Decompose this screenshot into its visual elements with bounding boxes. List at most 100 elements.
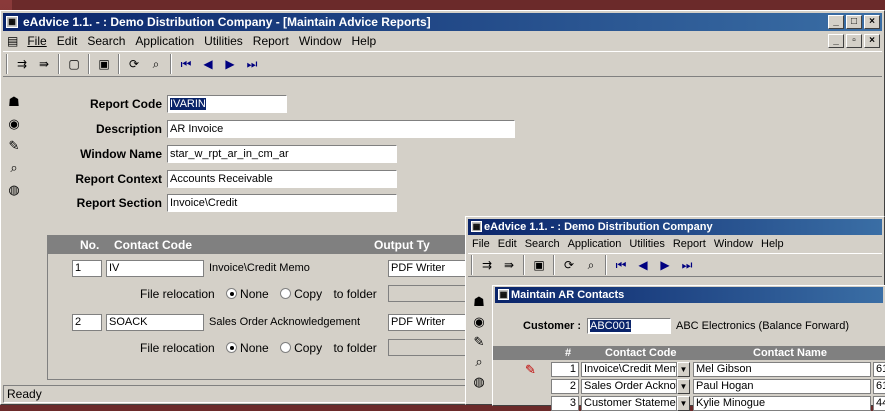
contact-row3-num: 3 [551, 396, 579, 411]
window-name-label: Window Name [80, 147, 162, 161]
radio-copy[interactable]: Copy [280, 341, 322, 355]
contact-row2-name[interactable]: Paul Hogan [693, 379, 871, 394]
child-last-record-icon[interactable]: ⏭ [676, 254, 698, 276]
contact-row2-dropdown[interactable]: ▼ [677, 379, 690, 394]
radio-copy-icon [280, 288, 292, 299]
row2-no[interactable]: 2 [72, 314, 102, 331]
row1-code[interactable]: IV [106, 260, 204, 277]
menu-edit[interactable]: Edit [52, 34, 83, 48]
maximize-button[interactable]: □ [846, 15, 862, 29]
save-icon[interactable]: ▣ [93, 53, 115, 75]
child-save-icon[interactable]: ▣ [528, 254, 550, 276]
child-menu-search[interactable]: Search [521, 238, 564, 250]
report-context-field[interactable]: Accounts Receivable [167, 170, 397, 188]
contacts-grid-header: # Contact Code Contact Name [493, 346, 885, 360]
menu-utilities[interactable]: Utilities [199, 34, 248, 48]
contact-row1-dropdown[interactable]: ▼ [677, 362, 690, 377]
contact-row2-phone[interactable]: 613841 [873, 379, 885, 394]
contacts-window-title: Maintain AR Contacts [511, 289, 625, 301]
search-icon[interactable]: ⌕ [145, 53, 167, 75]
disconnect-icon[interactable]: ⇛ [33, 53, 55, 75]
child-first-record-icon[interactable]: ⏮ [610, 254, 632, 276]
row1-desc: Invoice\Credit Memo [206, 260, 382, 277]
contact-row3-code[interactable]: Customer Statement [581, 396, 677, 411]
contact-row1-phone[interactable]: 613841 [873, 362, 885, 377]
child-search-icon[interactable]: ⌕ [580, 254, 602, 276]
edit-icon[interactable]: ✎ [9, 137, 20, 155]
color-wheel-icon[interactable]: ◍ [8, 181, 19, 199]
child-window: ▦ eAdvice 1.1. - : Demo Distribution Com… [465, 216, 885, 411]
next-record-icon[interactable]: ▶ [219, 53, 241, 75]
child-zoom-icon[interactable]: ⌕ [475, 353, 482, 371]
users-icon[interactable]: ☗ [8, 93, 20, 111]
contact-row3-dropdown[interactable]: ▼ [677, 396, 690, 411]
minimize-button[interactable]: _ [828, 15, 844, 29]
contact-row3-name[interactable]: Kylie Minogue [693, 396, 871, 411]
zoom-icon[interactable]: ⌕ [10, 159, 17, 177]
mdi-restore-button[interactable]: ▫ [846, 34, 862, 48]
child-menu-utilities[interactable]: Utilities [625, 238, 668, 250]
child-previous-record-icon[interactable]: ◀ [632, 254, 654, 276]
first-record-icon[interactable]: ⏮ [175, 53, 197, 75]
radio-copy[interactable]: Copy [280, 287, 322, 301]
customer-name-field: ABC Electronics (Balance Forward) [673, 318, 885, 334]
toolbar-separator [553, 255, 555, 275]
child-menu-window[interactable]: Window [710, 238, 757, 250]
child-disconnect-icon[interactable]: ⇛ [498, 254, 520, 276]
app-icon: ▦ [6, 16, 18, 28]
col-output-type-header: Output Ty [374, 238, 430, 252]
row2-relocation: File relocation None Copy to folder [140, 341, 377, 355]
child-color-wheel-icon[interactable]: ◍ [473, 373, 484, 391]
previous-record-icon[interactable]: ◀ [197, 53, 219, 75]
child-menu-file[interactable]: File [468, 238, 494, 250]
window-controls: _ □ × [828, 15, 880, 29]
radio-none-icon [226, 342, 238, 353]
menu-report[interactable]: Report [248, 34, 294, 48]
report-code-field[interactable]: IVARIN [167, 95, 287, 113]
close-button[interactable]: × [864, 15, 880, 29]
contacts-window-icon: ▦ [498, 289, 509, 300]
contact-row3-phone[interactable]: 441375 [873, 396, 885, 411]
report-section-field[interactable]: Invoice\Credit [167, 194, 397, 212]
menu-file[interactable]: File [22, 34, 51, 48]
contact-row1-code[interactable]: Invoice\Credit Memo [581, 362, 677, 377]
col-contact-code-header: Contact Code [605, 347, 677, 359]
toolbar-separator [605, 255, 607, 275]
main-window-title: eAdvice 1.1. - : Demo Distribution Compa… [23, 15, 431, 29]
child-menu-help[interactable]: Help [757, 238, 788, 250]
menu-application[interactable]: Application [130, 34, 199, 48]
mdi-close-button[interactable]: × [864, 34, 880, 48]
last-record-icon[interactable]: ⏭ [241, 53, 263, 75]
radio-none[interactable]: None [226, 341, 269, 355]
database-icon[interactable]: ◉ [8, 115, 19, 133]
contact-row2-code[interactable]: Sales Order Acknowle [581, 379, 677, 394]
toolbar-separator [118, 54, 120, 74]
mdi-window-controls: _ ▫ × [828, 34, 880, 48]
refresh-icon[interactable]: ⟳ [123, 53, 145, 75]
child-menu-application[interactable]: Application [564, 238, 626, 250]
child-edit-icon[interactable]: ✎ [474, 333, 485, 351]
child-next-record-icon[interactable]: ▶ [654, 254, 676, 276]
child-refresh-icon[interactable]: ⟳ [558, 254, 580, 276]
radio-none[interactable]: None [226, 287, 269, 301]
menu-help[interactable]: Help [347, 34, 382, 48]
menu-search[interactable]: Search [82, 34, 130, 48]
child-menu-report[interactable]: Report [669, 238, 710, 250]
child-menu-edit[interactable]: Edit [494, 238, 521, 250]
doc-icon: ▤ [7, 34, 19, 48]
new-icon[interactable]: ▢ [63, 53, 85, 75]
connect-icon[interactable]: ⇉ [11, 53, 33, 75]
window-name-field[interactable]: star_w_rpt_ar_in_cm_ar [167, 145, 397, 163]
contacts-title-bar: ▦ Maintain AR Contacts [495, 287, 883, 303]
row2-code[interactable]: SOACK [106, 314, 204, 331]
description-field[interactable]: AR Invoice [167, 120, 515, 138]
child-users-icon[interactable]: ☗ [473, 293, 485, 311]
mdi-minimize-button[interactable]: _ [828, 34, 844, 48]
row1-relocation: File relocation None Copy to folder [140, 287, 377, 301]
child-connect-icon[interactable]: ⇉ [476, 254, 498, 276]
row1-no[interactable]: 1 [72, 260, 102, 277]
customer-code-field[interactable]: ABC001 [587, 318, 671, 334]
menu-window[interactable]: Window [294, 34, 347, 48]
child-database-icon[interactable]: ◉ [473, 313, 484, 331]
contact-row1-name[interactable]: Mel Gibson [693, 362, 871, 377]
